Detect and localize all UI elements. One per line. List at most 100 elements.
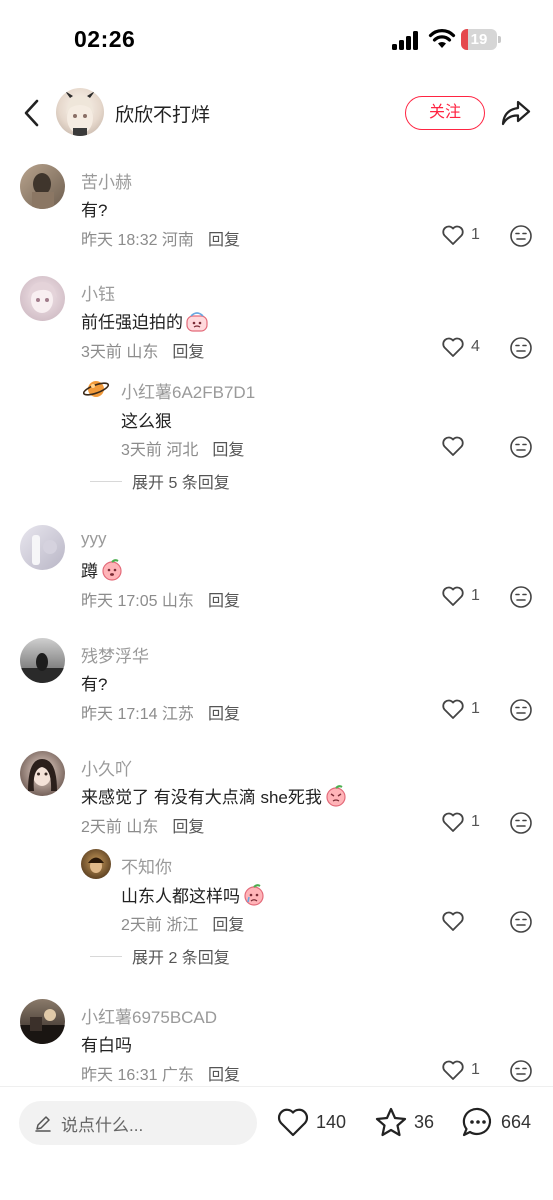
expand-replies-button[interactable]: 展开 2 条回复	[90, 944, 230, 968]
like-button[interactable]: 1	[441, 585, 480, 607]
collect-button[interactable]: 36	[374, 1106, 434, 1138]
heart-icon	[442, 436, 464, 456]
comment-author[interactable]: 小钰	[81, 280, 115, 305]
reply-author[interactable]: 不知你	[121, 853, 172, 878]
reply-button[interactable]: 回复	[172, 344, 204, 361]
avatar[interactable]	[20, 638, 65, 683]
emoji-reaction-button[interactable]	[509, 585, 533, 609]
like-count: 1	[471, 700, 480, 717]
comment-author[interactable]: 残梦浮华	[81, 642, 149, 667]
expand-replies-label: 展开 2 条回复	[132, 950, 230, 967]
battery-icon: 19	[461, 29, 501, 50]
like-count: 1	[471, 813, 480, 830]
comment-item: 苦小赫 有? 昨天 18:32 河南 回复 1	[0, 160, 553, 260]
author-name[interactable]: 欣欣不打烊	[115, 100, 210, 127]
heart-icon	[442, 337, 464, 357]
emoji-reaction-button[interactable]	[509, 910, 533, 934]
comment-meta: 昨天 16:31 广东 回复	[81, 1061, 240, 1085]
like-button[interactable]	[441, 910, 465, 932]
comment-text: 有?	[81, 196, 107, 221]
heart-icon	[442, 699, 464, 719]
wifi-icon	[428, 28, 456, 50]
comment-time-location: 昨天 18:32 河南	[81, 232, 194, 249]
comment-bubble-icon	[462, 1107, 492, 1137]
expand-replies-label: 展开 5 条回复	[132, 475, 230, 492]
cellular-signal-icon	[392, 30, 422, 50]
like-button[interactable]	[441, 435, 465, 457]
neutral-face-icon	[510, 699, 532, 721]
heart-icon	[442, 1060, 464, 1080]
avatar[interactable]	[20, 276, 65, 321]
comment-text: 前任强迫拍的	[81, 308, 209, 333]
neutral-face-icon	[510, 586, 532, 608]
heart-icon	[442, 812, 464, 832]
neutral-face-icon	[510, 1060, 532, 1082]
reply-button[interactable]: 回复	[172, 819, 204, 836]
avatar[interactable]	[20, 751, 65, 796]
heart-icon	[442, 911, 464, 931]
emoji-reaction-button[interactable]	[509, 811, 533, 835]
avatar[interactable]	[20, 999, 65, 1044]
angry-face-sticker-icon	[326, 784, 346, 807]
emoji-reaction-button[interactable]	[509, 336, 533, 360]
comment-item: 小钰 前任强迫拍的 3天前 山东 回复 4 小红薯6A2FB7D1 这么狠 3天前…	[0, 272, 553, 502]
reply-button[interactable]: 回复	[208, 232, 240, 249]
neutral-face-icon	[510, 812, 532, 834]
comment-meta: 昨天 17:14 江苏 回复	[81, 700, 240, 724]
avatar[interactable]	[20, 525, 65, 570]
avatar[interactable]	[20, 164, 65, 209]
comment-text: 蹲	[81, 557, 124, 582]
like-button[interactable]: 1	[441, 698, 480, 720]
comment-item: 残梦浮华 有? 昨天 17:14 江苏 回复 1	[0, 634, 553, 734]
post-like-count: 140	[316, 1111, 347, 1132]
neutral-face-icon	[510, 436, 532, 458]
like-button[interactable]: 1	[441, 811, 480, 833]
neutral-face-icon	[510, 337, 532, 359]
like-button[interactable]: 1	[441, 224, 480, 246]
reply-text-content: 山东人都这样吗	[121, 887, 240, 906]
share-button[interactable]	[498, 96, 534, 130]
emoji-reaction-button[interactable]	[509, 1059, 533, 1083]
comment-author[interactable]: 苦小赫	[81, 168, 132, 193]
comment-item: 小红薯6975BCAD 有白吗 昨天 16:31 广东 回复 1	[0, 995, 553, 1090]
reply-button[interactable]: 回复	[208, 593, 240, 610]
emoji-reaction-button[interactable]	[509, 224, 533, 248]
emoji-reaction-button[interactable]	[509, 435, 533, 459]
comment-item: 小久吖 来感觉了 有没有大点滴 she死我 2天前 山东 回复 1 不知你 山东人…	[0, 747, 553, 977]
comment-author[interactable]: 小红薯6975BCAD	[81, 1003, 217, 1028]
reply-button[interactable]: 回复	[208, 706, 240, 723]
back-button[interactable]	[16, 94, 46, 132]
neutral-face-icon	[510, 911, 532, 933]
reply-avatar[interactable]	[81, 374, 111, 404]
comment-meta: 2天前 山东 回复	[81, 813, 204, 837]
comment-input[interactable]: 说点什么...	[19, 1101, 257, 1145]
heart-icon	[442, 586, 464, 606]
like-button[interactable]: 1	[441, 1059, 480, 1081]
star-icon	[375, 1107, 407, 1137]
comment-time-location: 昨天 16:31 广东	[81, 1067, 194, 1084]
comment-text: 有?	[81, 670, 107, 695]
comment-author[interactable]: 小久吖	[81, 755, 132, 780]
status-time: 02:26	[74, 26, 136, 52]
reply-button[interactable]: 回复	[212, 917, 244, 934]
reply-author[interactable]: 小红薯6A2FB7D1	[121, 378, 255, 403]
like-count: 4	[471, 338, 480, 355]
comments-button[interactable]: 664	[461, 1106, 531, 1138]
like-post-button[interactable]: 140	[276, 1106, 346, 1138]
comment-text-content: 蹲	[81, 562, 98, 581]
share-icon	[501, 100, 531, 126]
follow-button[interactable]: 关注	[405, 96, 485, 130]
emoji-reaction-button[interactable]	[509, 698, 533, 722]
reply-button[interactable]: 回复	[208, 1067, 240, 1084]
comment-author[interactable]: yyy	[81, 529, 107, 549]
expand-replies-button[interactable]: 展开 5 条回复	[90, 469, 230, 493]
reply-button[interactable]: 回复	[212, 442, 244, 459]
like-button[interactable]: 4	[441, 336, 480, 358]
reply-meta: 3天前 河北 回复	[121, 436, 244, 460]
comment-text-content: 有?	[81, 675, 108, 694]
comment-text: 有白吗	[81, 1031, 132, 1056]
comment-meta: 3天前 山东 回复	[81, 338, 204, 362]
post-comment-count: 664	[501, 1111, 532, 1132]
author-avatar[interactable]	[56, 88, 104, 136]
reply-avatar[interactable]	[81, 849, 111, 879]
